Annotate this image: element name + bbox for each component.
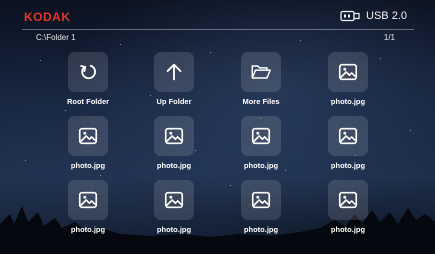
tile-icon-box — [154, 116, 194, 156]
tile-icon-box — [68, 52, 108, 92]
image-icon — [78, 127, 98, 145]
image-icon — [338, 127, 358, 145]
tile-icon-box — [68, 116, 108, 156]
photo-tile[interactable]: photo.jpg — [48, 180, 128, 242]
image-icon — [338, 63, 358, 81]
tile-label: photo.jpg — [243, 161, 279, 170]
tile-label: photo.jpg — [156, 161, 192, 170]
image-icon — [164, 127, 184, 145]
tile-icon-box — [68, 180, 108, 220]
tile-label: Root Folder — [66, 97, 110, 106]
photo-tile[interactable]: photo.jpg — [134, 180, 214, 242]
refresh-icon — [80, 64, 96, 80]
image-icon — [164, 191, 184, 209]
tile-icon-box — [241, 180, 281, 220]
top-bar: KODAK USB 2.0 — [0, 0, 435, 30]
tile-label: photo.jpg — [330, 161, 366, 170]
tile-label: photo.jpg — [70, 225, 106, 234]
image-icon — [78, 191, 98, 209]
photo-tile[interactable]: photo.jpg — [221, 116, 301, 178]
usb-drive-icon — [340, 10, 360, 22]
tile-icon-box — [241, 52, 281, 92]
photo-tile[interactable]: photo.jpg — [308, 116, 388, 178]
photo-tile[interactable]: photo.jpg — [48, 116, 128, 178]
up-folder-button[interactable]: Up Folder — [134, 52, 214, 114]
photo-tile[interactable]: photo.jpg — [221, 180, 301, 242]
tile-icon-box — [328, 116, 368, 156]
arrow-up-icon — [166, 63, 182, 81]
tile-label: photo.jpg — [330, 225, 366, 234]
header-divider — [22, 29, 414, 30]
root-folder-button[interactable]: Root Folder — [48, 52, 128, 114]
tile-label: photo.jpg — [330, 97, 366, 106]
more-files-button[interactable]: More Files — [221, 52, 301, 114]
tile-label: photo.jpg — [243, 225, 279, 234]
tile-icon-box — [154, 52, 194, 92]
image-icon — [251, 127, 271, 145]
page-indicator: 1/1 — [383, 33, 395, 42]
tile-icon-box — [328, 180, 368, 220]
tile-icon-box — [241, 116, 281, 156]
tile-label: photo.jpg — [156, 225, 192, 234]
storage-label: USB 2.0 — [366, 10, 407, 22]
breadcrumb: C:\Folder 1 — [36, 33, 76, 42]
tile-label: photo.jpg — [70, 161, 106, 170]
image-icon — [338, 191, 358, 209]
tile-label: Up Folder — [156, 97, 192, 106]
media-browser-screen: KODAK USB 2.0 C:\Folder 1 1/1 Root Folde… — [0, 0, 435, 254]
tile-icon-box — [328, 52, 368, 92]
folder-open-icon — [251, 65, 271, 79]
tile-label: More Files — [242, 97, 280, 106]
photo-tile[interactable]: photo.jpg — [134, 116, 214, 178]
storage-source[interactable]: USB 2.0 — [340, 9, 407, 23]
photo-tile[interactable]: photo.jpg — [308, 180, 388, 242]
tile-icon-box — [154, 180, 194, 220]
photo-tile[interactable]: photo.jpg — [308, 52, 388, 114]
brand-logo: KODAK — [24, 10, 71, 24]
image-icon — [251, 191, 271, 209]
